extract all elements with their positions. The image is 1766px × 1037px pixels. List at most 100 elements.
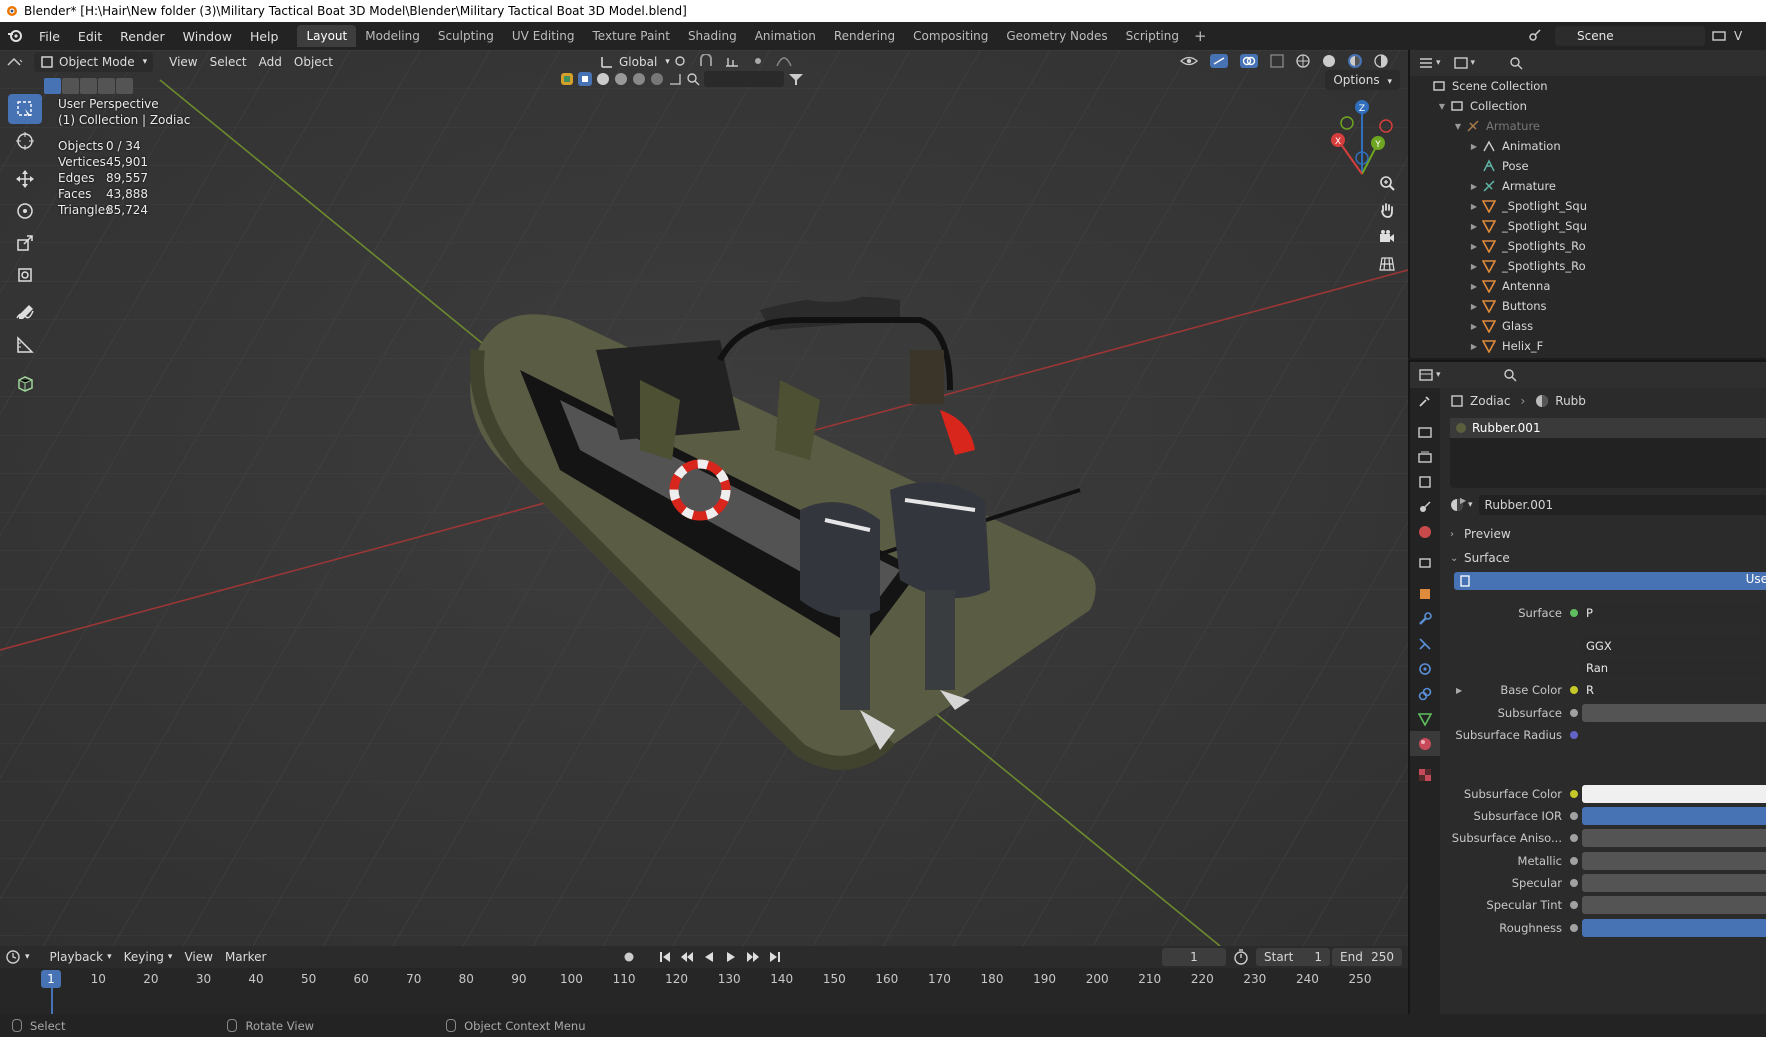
timeline-editor-type-button[interactable]: ▾ xyxy=(0,947,36,967)
sphere-icon[interactable] xyxy=(596,72,610,86)
stopwatch-icon[interactable] xyxy=(1233,949,1249,965)
outliner-row-collection[interactable]: ▼ Collection xyxy=(1410,96,1766,116)
jump-end-icon[interactable] xyxy=(768,950,782,964)
timeline-menu-keying[interactable]: Keying ▾ xyxy=(118,947,179,967)
visibility-icon[interactable] xyxy=(1180,54,1198,68)
tab-modeling[interactable]: Modeling xyxy=(356,25,429,47)
camera-filter-icon[interactable] xyxy=(632,72,646,86)
outliner-editor-icon[interactable] xyxy=(1418,56,1436,70)
prop-row-subsurface-method[interactable]: Ran xyxy=(1442,657,1766,679)
tab-view-layer[interactable] xyxy=(1410,469,1440,494)
viewport-menu-select[interactable]: Select xyxy=(204,52,253,72)
select-subtract-icon[interactable] xyxy=(80,78,97,94)
gizmo-toggle-icon[interactable] xyxy=(1210,54,1228,68)
tab-scene[interactable] xyxy=(1410,494,1440,519)
expand-arrow-icon[interactable]: ▶ xyxy=(1468,282,1480,291)
search-icon[interactable] xyxy=(1503,368,1517,382)
search-icon[interactable] xyxy=(686,72,700,86)
tab-render[interactable] xyxy=(1410,419,1440,444)
tab-physics[interactable] xyxy=(1410,656,1440,681)
prop-row-metallic[interactable]: Metallic xyxy=(1442,850,1766,872)
prop-value[interactable] xyxy=(1582,896,1766,915)
playhead-frame-indicator[interactable]: 1 xyxy=(41,970,61,988)
prop-value[interactable]: P xyxy=(1582,604,1766,623)
prop-row-specular-tint[interactable]: Specular Tint xyxy=(1442,894,1766,916)
jump-start-icon[interactable] xyxy=(658,950,672,964)
prop-value[interactable]: R xyxy=(1582,681,1766,700)
tab-output[interactable] xyxy=(1410,444,1440,469)
world-icon[interactable] xyxy=(650,72,664,86)
proportional-editing-icon[interactable] xyxy=(750,54,766,68)
material-datablock[interactable]: ▾ Rubber.001 xyxy=(1446,494,1766,516)
expand-arrow-icon[interactable]: ▶ xyxy=(1468,182,1480,191)
start-frame-field[interactable]: Start 1 xyxy=(1256,948,1330,966)
timeline-menu-view[interactable]: View xyxy=(178,947,218,967)
record-icon[interactable] xyxy=(622,950,636,964)
tab-scripting[interactable]: Scripting xyxy=(1117,25,1188,47)
expand-arrow-icon[interactable]: ▶ xyxy=(1468,342,1480,351)
tab-layout[interactable]: Layout xyxy=(297,25,357,47)
viewport-search-field[interactable] xyxy=(704,71,784,87)
tab-collection[interactable] xyxy=(1410,550,1440,575)
viewport-menu-view[interactable]: View xyxy=(163,52,203,72)
select-intersect-icon[interactable] xyxy=(116,78,133,94)
material-slot-list[interactable]: Rubber.001 ▶ xyxy=(1450,418,1766,505)
jump-keyframe-back-icon[interactable] xyxy=(680,950,694,964)
outliner-row-pose[interactable]: Pose xyxy=(1410,156,1766,176)
expand-arrow-icon[interactable]: ▼ xyxy=(1452,122,1464,131)
jump-keyframe-forward-icon[interactable] xyxy=(746,950,760,964)
prop-row-subsurface-ior[interactable]: Subsurface IOR xyxy=(1442,805,1766,827)
prop-value[interactable]: GGX xyxy=(1582,636,1766,655)
prop-row-subsurface-color[interactable]: Subsurface Color xyxy=(1442,782,1766,804)
prop-row-subsurface[interactable]: Subsurface xyxy=(1442,702,1766,724)
expand-arrow-icon[interactable]: ▶ xyxy=(1456,686,1462,695)
menu-help[interactable]: Help xyxy=(241,29,288,44)
outliner-row-scene-collection[interactable]: Scene Collection xyxy=(1410,76,1766,96)
perspective-toggle-button[interactable] xyxy=(1374,251,1400,277)
tab-data[interactable] xyxy=(1410,706,1440,731)
camera-view-button[interactable] xyxy=(1374,224,1400,250)
outliner-row-mesh[interactable]: ▶ Antenna xyxy=(1410,276,1766,296)
expand-arrow-icon[interactable]: ▶ xyxy=(1468,142,1480,151)
light-icon[interactable] xyxy=(614,72,628,86)
prop-row-surface[interactable]: Surface P xyxy=(1442,602,1766,624)
timeline-menu-marker[interactable]: Marker xyxy=(219,947,272,967)
tab-rendering[interactable]: Rendering xyxy=(825,25,904,47)
scene-selector[interactable]: Scene xyxy=(1555,26,1705,46)
prop-value[interactable] xyxy=(1582,918,1766,937)
use-nodes-button[interactable]: Use xyxy=(1454,572,1766,590)
add-cube-tool[interactable] xyxy=(8,368,42,398)
3d-viewport[interactable]: Z Y X Object Mode ▾ View Select Add Obje… xyxy=(0,50,1408,946)
annotate-tool[interactable] xyxy=(8,298,42,328)
prop-value[interactable] xyxy=(1582,784,1766,803)
current-frame-field[interactable]: 1 xyxy=(1162,948,1226,966)
rotate-tool[interactable] xyxy=(8,196,42,226)
outliner-row-mesh[interactable]: ▶ _Spotlights_Ro xyxy=(1410,236,1766,256)
expand-arrow-icon[interactable]: ▶ xyxy=(1468,302,1480,311)
tab-texture-paint[interactable]: Texture Paint xyxy=(584,25,679,47)
material-name-field[interactable]: Rubber.001 xyxy=(1478,495,1766,515)
tab-geometry-nodes[interactable]: Geometry Nodes xyxy=(997,25,1116,47)
prop-value[interactable] xyxy=(1582,829,1766,848)
outliner-row-armature[interactable]: ▼ Armature xyxy=(1410,116,1766,136)
rendered-shading-icon[interactable] xyxy=(1374,54,1388,68)
options-dropdown[interactable]: Options ▾ xyxy=(1325,70,1400,90)
prop-row-subsurface-radius[interactable]: Subsurface Radius xyxy=(1442,724,1766,746)
tab-compositing[interactable]: Compositing xyxy=(904,25,997,47)
tab-sculpting[interactable]: Sculpting xyxy=(429,25,503,47)
outliner-row-mesh[interactable]: ▶ Glass xyxy=(1410,316,1766,336)
end-frame-field[interactable]: End 250 xyxy=(1332,948,1402,966)
expand-arrow-icon[interactable]: ▼ xyxy=(1436,102,1448,111)
add-workspace-button[interactable]: + xyxy=(1188,27,1213,45)
cursor-tool[interactable] xyxy=(8,126,42,156)
tab-constraints[interactable] xyxy=(1410,681,1440,706)
tab-uv-editing[interactable]: UV Editing xyxy=(503,25,584,47)
prop-value[interactable] xyxy=(1582,874,1766,893)
select-box-icon[interactable] xyxy=(578,72,592,86)
outliner-row-animation[interactable]: ▶ Animation xyxy=(1410,136,1766,156)
search-icon[interactable] xyxy=(1509,56,1523,70)
prop-value[interactable] xyxy=(1582,806,1766,825)
pivot-point-icon[interactable] xyxy=(672,54,688,68)
tab-shading[interactable]: Shading xyxy=(679,25,746,47)
viewport-menu-object[interactable]: Object xyxy=(288,52,339,72)
